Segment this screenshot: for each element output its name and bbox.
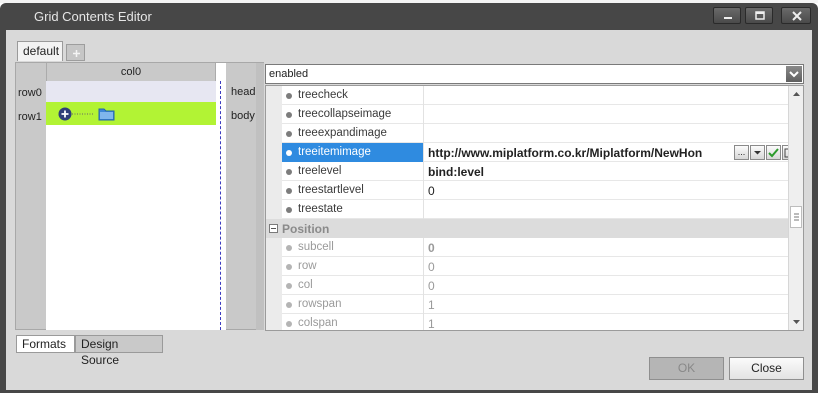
- bullet-icon: [286, 131, 292, 137]
- property-name: treecollapseimage: [298, 108, 392, 120]
- category-label: Position: [282, 222, 330, 236]
- grid-design-panel: col0 row0 row1 head body: [15, 62, 264, 330]
- property-row[interactable]: treestate: [266, 200, 788, 219]
- bullet-icon: [286, 283, 292, 289]
- maximize-button[interactable]: [745, 7, 773, 24]
- property-row[interactable]: rowspan 1: [266, 295, 788, 314]
- scrollbar-thumb[interactable]: [790, 206, 802, 228]
- property-row[interactable]: treeexpandimage: [266, 124, 788, 143]
- maximize-icon: [755, 11, 765, 20]
- bullet-icon: [286, 112, 292, 118]
- property-value-input[interactable]: http://www.miplatform.co.kr/Miplatform/N…: [428, 146, 736, 160]
- property-name: treestate: [298, 203, 343, 215]
- panel-gutter: [256, 63, 264, 330]
- close-button[interactable]: Close: [729, 357, 804, 380]
- property-value[interactable]: bind:level: [428, 165, 484, 179]
- property-value: 0: [428, 279, 435, 293]
- property-filter-dropdown[interactable]: enabled: [265, 64, 804, 84]
- plus-icon: [73, 50, 80, 57]
- collapse-icon[interactable]: [269, 224, 278, 233]
- row-label-row0[interactable]: row0: [18, 87, 42, 99]
- property-name: treeitemimage: [298, 146, 371, 158]
- property-grid: treecheck treecollapseimage treeexpandim…: [265, 85, 804, 331]
- bullet-icon: [286, 93, 292, 99]
- bullet-icon: [286, 188, 292, 194]
- value-dropdown-button[interactable]: [750, 145, 765, 160]
- tab-design-source[interactable]: Design Source: [75, 335, 163, 367]
- tab-default[interactable]: default: [17, 41, 63, 61]
- property-row[interactable]: colspan 1: [266, 314, 788, 331]
- dialog-window: Grid Contents Editor default col0 row0 r…: [0, 3, 818, 393]
- grip-icon: [794, 213, 799, 221]
- property-row[interactable]: treecollapseimage: [266, 105, 788, 124]
- column-boundary-dashed-line[interactable]: [220, 81, 221, 330]
- scroll-up-icon[interactable]: [790, 89, 803, 99]
- ellipsis-button[interactable]: ...: [734, 145, 749, 160]
- bullet-icon: [286, 169, 292, 175]
- bullet-icon: [286, 264, 292, 270]
- property-row[interactable]: row 0: [266, 257, 788, 276]
- dropdown-arrow-button[interactable]: [786, 66, 802, 82]
- bullet-icon: [286, 302, 292, 308]
- property-row[interactable]: col 0: [266, 276, 788, 295]
- ok-button[interactable]: OK: [649, 357, 724, 380]
- property-value: 1: [428, 298, 435, 312]
- bullet-icon: [286, 245, 292, 251]
- property-name: treecheck: [298, 89, 348, 101]
- bullet-icon: [286, 150, 292, 156]
- apply-button[interactable]: [766, 145, 781, 160]
- title-bar[interactable]: Grid Contents Editor: [0, 3, 818, 30]
- add-format-tab-button[interactable]: [66, 44, 85, 61]
- property-value: 1: [428, 317, 435, 331]
- close-icon: [792, 11, 802, 21]
- property-row-selected[interactable]: treeitemimage http://www.miplatform.co.k…: [266, 143, 797, 162]
- column-header-col0[interactable]: col0: [46, 63, 216, 81]
- column-resize-area: [216, 63, 226, 330]
- row-label-row1[interactable]: row1: [18, 111, 42, 123]
- property-name: treestartlevel: [298, 184, 364, 196]
- chevron-down-icon: [754, 151, 761, 155]
- window-title: Grid Contents Editor: [34, 9, 152, 24]
- scroll-down-icon[interactable]: [790, 317, 803, 327]
- band-label-head: head: [231, 86, 256, 98]
- minimize-icon: [724, 17, 732, 19]
- close-window-button[interactable]: [781, 7, 811, 24]
- dialog-client-area: default col0 row0 row1 head body enabled…: [6, 30, 812, 390]
- bullet-icon: [286, 207, 292, 213]
- property-row[interactable]: treelevel bind:level: [266, 162, 788, 181]
- property-row[interactable]: treestartlevel 0: [266, 181, 788, 200]
- bullet-icon: [286, 321, 292, 327]
- property-value: 0: [428, 260, 435, 274]
- band-label-body: body: [231, 110, 255, 122]
- head-row-cell[interactable]: [46, 81, 216, 102]
- property-name: subcell: [298, 241, 334, 253]
- property-row[interactable]: treecheck: [266, 86, 788, 105]
- property-filter-value: enabled: [269, 68, 309, 80]
- plus-circle-icon: [58, 107, 72, 121]
- property-row[interactable]: subcell 0: [266, 238, 788, 257]
- grid-empty-area: [46, 125, 216, 330]
- property-name: col: [298, 279, 313, 291]
- vertical-scrollbar[interactable]: [788, 86, 803, 330]
- chevron-down-icon: [789, 71, 799, 78]
- property-name: rowspan: [298, 298, 342, 310]
- property-value[interactable]: 0: [428, 184, 435, 198]
- checkmark-icon: [768, 148, 779, 158]
- property-name: treeexpandimage: [298, 127, 387, 139]
- category-row-position[interactable]: Position: [266, 219, 788, 238]
- tab-formats[interactable]: Formats: [16, 335, 75, 353]
- tree-cell-preview: [58, 107, 115, 121]
- property-name: treelevel: [298, 165, 342, 177]
- property-name: row: [298, 260, 317, 272]
- minimize-button[interactable]: [713, 7, 741, 24]
- property-name: colspan: [298, 317, 338, 329]
- folder-icon: [98, 108, 115, 121]
- property-value: 0: [428, 241, 435, 255]
